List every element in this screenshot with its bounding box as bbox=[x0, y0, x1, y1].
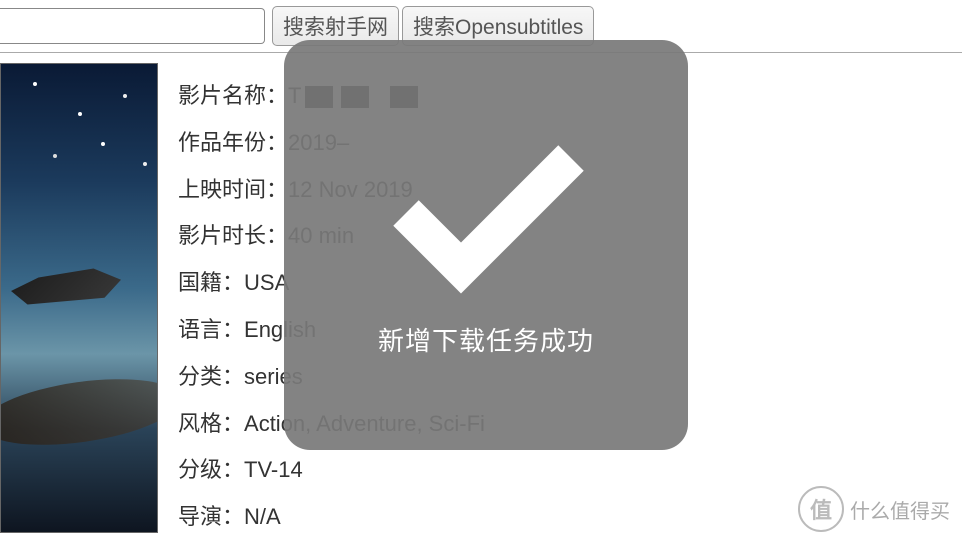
director-value: N/A bbox=[244, 504, 281, 529]
title-label: 影片名称： bbox=[178, 83, 288, 108]
movie-poster bbox=[0, 63, 158, 533]
rating-value: TV-14 bbox=[244, 457, 303, 482]
success-toast: 新增下载任务成功 bbox=[284, 40, 688, 450]
country-value: USA bbox=[244, 270, 289, 295]
release-label: 上映时间： bbox=[178, 177, 288, 202]
watermark: 值 什么值得买 bbox=[798, 486, 950, 532]
toast-message: 新增下载任务成功 bbox=[378, 321, 594, 358]
runtime-label: 影片时长： bbox=[178, 223, 288, 248]
detail-rating: 分级：TV-14 bbox=[178, 455, 485, 486]
country-label: 国籍： bbox=[178, 270, 244, 295]
genre-label: 风格： bbox=[178, 411, 244, 436]
watermark-icon: 值 bbox=[798, 486, 844, 532]
checkmark-icon bbox=[366, 113, 606, 313]
watermark-text: 什么值得买 bbox=[850, 495, 950, 524]
type-label: 分类： bbox=[178, 364, 244, 389]
detail-director: 导演：N/A bbox=[178, 502, 485, 533]
poster-graphic bbox=[11, 264, 121, 309]
language-label: 语言： bbox=[178, 317, 244, 342]
director-label: 导演： bbox=[178, 504, 244, 529]
year-label: 作品年份： bbox=[178, 130, 288, 155]
rating-label: 分级： bbox=[178, 457, 244, 482]
search-input[interactable] bbox=[0, 8, 265, 44]
